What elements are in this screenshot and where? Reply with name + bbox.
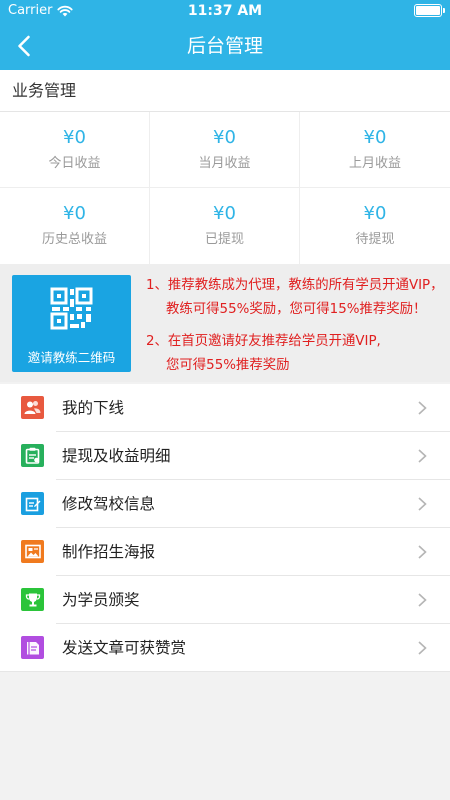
chevron-right-icon [418, 593, 427, 607]
stat-label: 上月收益 [348, 156, 401, 171]
invite-line-4: 您可得55%推荐奖励 [166, 358, 290, 373]
stat-total[interactable]: ¥0 历史总收益 [0, 188, 150, 264]
stat-label: 当月收益 [198, 156, 251, 171]
stat-value: ¥0 [63, 203, 86, 224]
invite-qr-button[interactable]: 邀请教练二维码 [12, 275, 131, 372]
earnings-stats: ¥0 今日收益 ¥0 当月收益 ¥0 上月收益 ¥0 历史总收益 ¥0 已提现 … [0, 112, 450, 264]
menu-item-withdraw-details[interactable]: 提现及收益明细 [0, 432, 450, 480]
poster-icon [21, 540, 44, 563]
stat-value: ¥0 [213, 203, 236, 224]
nav-bar: 后台管理 [0, 22, 450, 70]
invite-line-3: 2、在首页邀请好友推荐给学员开通VIP, [146, 334, 381, 349]
invite-line-1: 1、推荐教练成为代理，教练的所有学员开通VIP， [146, 278, 444, 293]
stat-value: ¥0 [363, 127, 387, 148]
menu-item-downline[interactable]: 我的下线 [0, 384, 450, 432]
menu-label: 提现及收益明细 [62, 447, 171, 465]
stat-value: ¥0 [363, 203, 387, 224]
stat-value: ¥0 [213, 127, 236, 148]
invite-description: 1、推荐教练成为代理，教练的所有学员开通VIP， 教练可得55%奖励，您可得15… [146, 274, 446, 378]
menu-list: 我的下线 提现及收益明细 修改驾校信息 制作招生海报 为学员颁奖 发送文章可获赞… [0, 384, 450, 672]
menu-item-award-students[interactable]: 为学员颁奖 [0, 576, 450, 624]
menu-label: 修改驾校信息 [62, 495, 156, 513]
chevron-right-icon [418, 545, 427, 559]
invite-section: 邀请教练二维码 1、推荐教练成为代理，教练的所有学员开通VIP， 教练可得55%… [0, 264, 450, 382]
stat-value: ¥0 [63, 127, 86, 148]
clipboard-icon [21, 444, 44, 467]
stat-today[interactable]: ¥0 今日收益 [0, 112, 150, 188]
book-icon [21, 636, 44, 659]
stat-last-month[interactable]: ¥0 上月收益 [300, 112, 450, 188]
page-title: 后台管理 [186, 35, 263, 57]
status-right [414, 4, 445, 17]
edit-icon [21, 492, 44, 515]
stat-pending[interactable]: ¥0 待提现 [300, 188, 450, 264]
stat-this-month[interactable]: ¥0 当月收益 [150, 112, 300, 188]
section-title: 业务管理 [0, 70, 450, 112]
invite-qr-label: 邀请教练二维码 [27, 350, 116, 365]
menu-item-send-article[interactable]: 发送文章可获赞赏 [0, 624, 450, 672]
chevron-right-icon [418, 449, 427, 463]
menu-label: 为学员颁奖 [62, 591, 140, 609]
trophy-icon [21, 588, 44, 611]
stat-label: 已提现 [204, 232, 244, 247]
status-time: 11:37 AM [187, 3, 263, 19]
invite-line-2: 教练可得55%奖励，您可得15%推荐奖励！ [166, 302, 427, 317]
chevron-right-icon [418, 641, 427, 655]
qr-code-icon [50, 287, 93, 330]
chevron-right-icon [418, 497, 427, 511]
menu-label: 制作招生海报 [62, 543, 156, 561]
chevron-right-icon [418, 401, 427, 415]
menu-label: 发送文章可获赞赏 [62, 639, 187, 657]
stat-label: 历史总收益 [41, 232, 107, 247]
stat-withdrawn[interactable]: ¥0 已提现 [150, 188, 300, 264]
menu-label: 我的下线 [62, 399, 125, 417]
battery-icon [414, 4, 445, 17]
stat-label: 待提现 [355, 232, 395, 247]
menu-item-make-poster[interactable]: 制作招生海报 [0, 528, 450, 576]
menu-item-edit-school[interactable]: 修改驾校信息 [0, 480, 450, 528]
stat-label: 今日收益 [48, 156, 101, 171]
status-bar: Carrier 11:37 AM [0, 0, 450, 22]
users-icon [21, 396, 44, 419]
app-header: Carrier 11:37 AM 后台管理 [0, 0, 450, 70]
